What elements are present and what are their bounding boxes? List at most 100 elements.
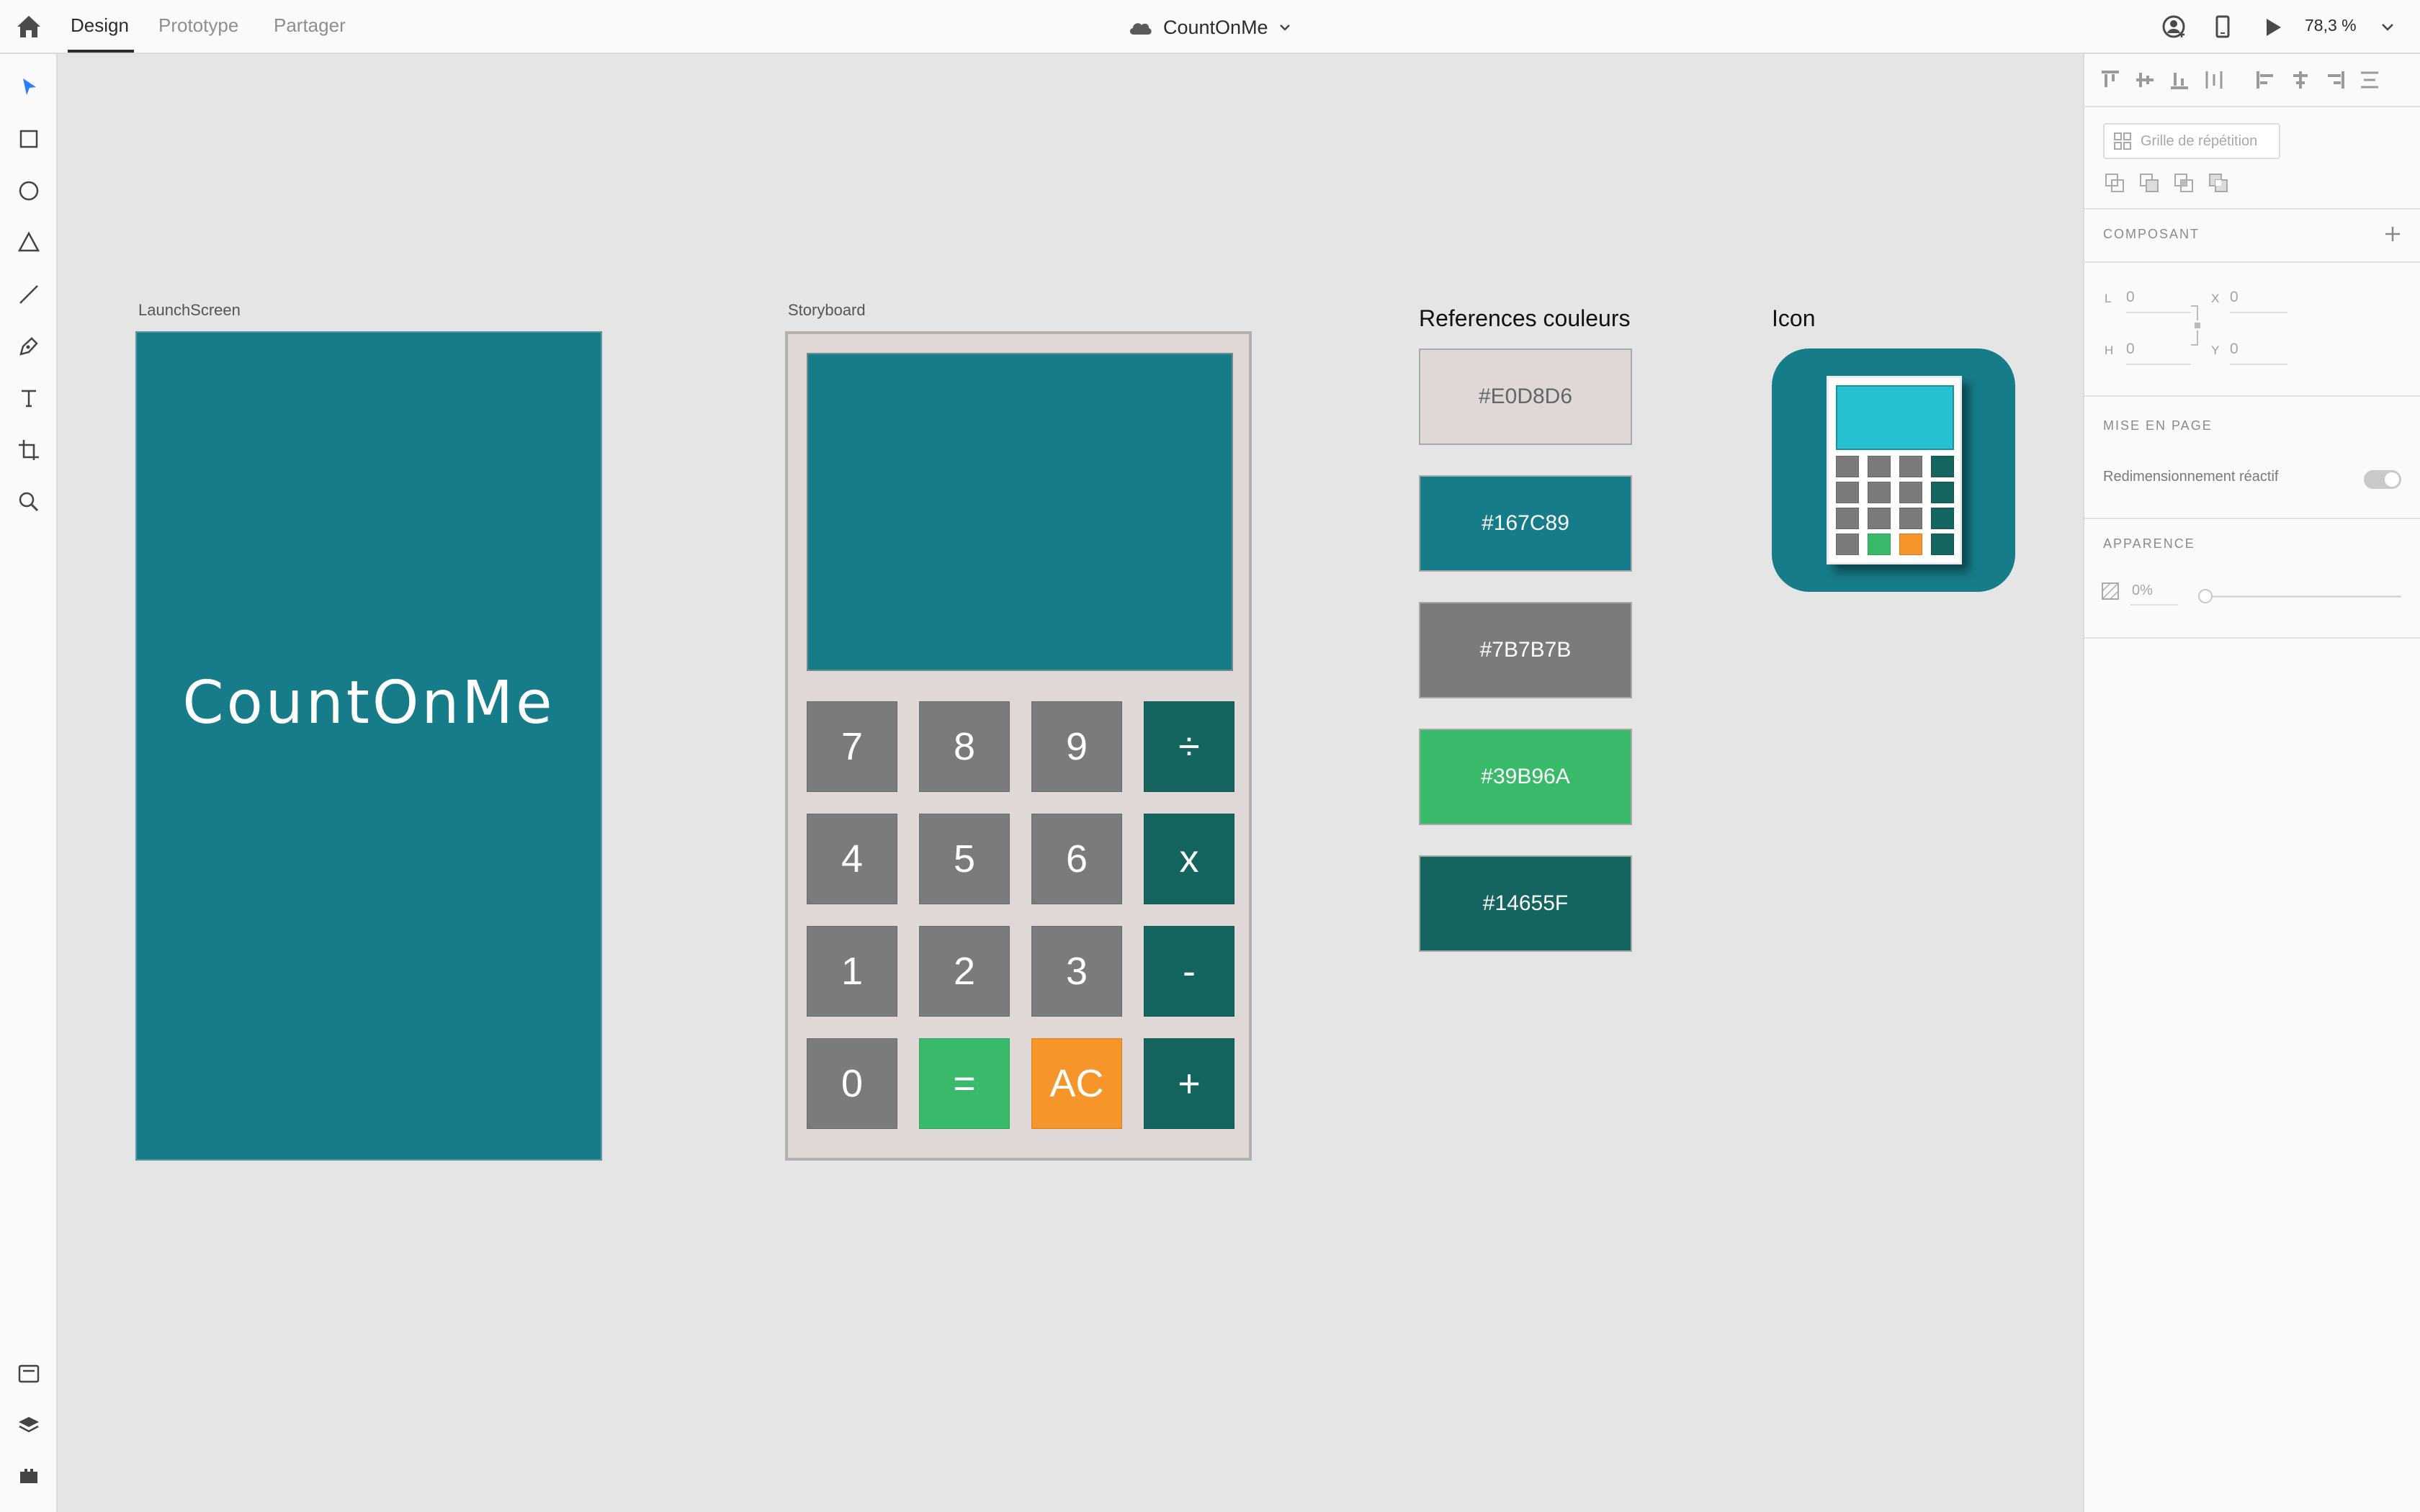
opacity-field-underline bbox=[2130, 604, 2178, 606]
tab-design[interactable]: Design bbox=[71, 14, 129, 37]
tab-prototype[interactable]: Prototype bbox=[158, 14, 238, 37]
height-field[interactable]: 0 bbox=[2126, 341, 2135, 358]
key-5[interactable]: 5 bbox=[919, 814, 1010, 904]
key-2[interactable]: 2 bbox=[919, 926, 1010, 1017]
layout-section-title: MISE EN PAGE bbox=[2103, 418, 2213, 433]
artboard-label-launchscreen[interactable]: LaunchScreen bbox=[138, 301, 241, 320]
width-label: L bbox=[2105, 292, 2112, 305]
boolean-exclude-icon[interactable] bbox=[2207, 171, 2230, 194]
key-3[interactable]: 3 bbox=[1031, 926, 1122, 1017]
text-icon[interactable] bbox=[14, 384, 43, 413]
calculator-icon bbox=[1827, 376, 1962, 564]
align-middle-icon[interactable] bbox=[2133, 68, 2156, 91]
key-6[interactable]: 6 bbox=[1031, 814, 1122, 904]
key-equals[interactable]: = bbox=[919, 1038, 1010, 1129]
swatch-39b96a[interactable]: #39B96A bbox=[1419, 729, 1632, 825]
divider bbox=[2084, 106, 2420, 107]
color-references-title: References couleurs bbox=[1419, 305, 1631, 331]
y-field[interactable]: 0 bbox=[2230, 341, 2238, 358]
calculator-icon-key bbox=[1868, 456, 1891, 477]
tab-share[interactable]: Partager bbox=[274, 14, 346, 37]
repeat-grid-button[interactable]: Grille de répétition bbox=[2103, 123, 2280, 159]
zoom-level[interactable]: 78,3 % bbox=[2305, 16, 2357, 35]
user-icon[interactable] bbox=[2160, 13, 2189, 42]
boolean-subtract-icon[interactable] bbox=[2138, 171, 2161, 194]
divider bbox=[2084, 518, 2420, 519]
artboard-icon[interactable] bbox=[14, 436, 43, 464]
divider bbox=[2084, 395, 2420, 397]
responsive-resize-label: Redimensionnement réactif bbox=[2103, 469, 2279, 485]
add-component-icon[interactable] bbox=[2381, 222, 2404, 246]
swatch-e0d8d6[interactable]: #E0D8D6 bbox=[1419, 348, 1632, 445]
boolean-intersect-icon[interactable] bbox=[2172, 171, 2195, 194]
calculator-icon-key bbox=[1899, 482, 1922, 503]
artboard-label-storyboard[interactable]: Storyboard bbox=[788, 301, 866, 320]
distribute-horizontal-icon[interactable] bbox=[2202, 68, 2226, 91]
select-arrow-icon[interactable] bbox=[14, 73, 43, 102]
calculator-icon-key bbox=[1868, 482, 1891, 503]
key-clear[interactable]: AC bbox=[1031, 1038, 1122, 1129]
divider bbox=[2084, 208, 2420, 210]
key-7[interactable]: 7 bbox=[807, 701, 897, 792]
key-plus[interactable]: + bbox=[1144, 1038, 1234, 1129]
swatch-167c89[interactable]: #167C89 bbox=[1419, 475, 1632, 572]
device-preview-icon[interactable] bbox=[2208, 13, 2237, 42]
align-right-icon[interactable] bbox=[2323, 68, 2347, 91]
swatch-7b7b7b[interactable]: #7B7B7B bbox=[1419, 602, 1632, 698]
lock-aspect-icon[interactable] bbox=[2190, 303, 2205, 348]
component-section-title: COMPOSANT bbox=[2103, 227, 2200, 241]
calculator-icon-key bbox=[1899, 508, 1922, 529]
calculator-icon-key bbox=[1931, 456, 1954, 477]
launchscreen-artboard[interactable]: CountOnMe bbox=[135, 331, 602, 1161]
opacity-slider-handle[interactable] bbox=[2198, 589, 2213, 603]
key-divide[interactable]: ÷ bbox=[1144, 701, 1234, 792]
app-icon-preview[interactable] bbox=[1772, 348, 2015, 592]
zoom-chevron-down-icon[interactable] bbox=[2378, 16, 2397, 37]
icon-section-title: Icon bbox=[1772, 305, 1816, 331]
cloud-icon bbox=[1129, 23, 1152, 35]
height-field-underline bbox=[2126, 364, 2191, 365]
line-icon[interactable] bbox=[14, 280, 43, 309]
zoom-icon[interactable] bbox=[14, 487, 43, 516]
opacity-field[interactable]: 0% bbox=[2132, 582, 2153, 599]
calculator-icon-key bbox=[1899, 456, 1922, 477]
calculator-icon-key bbox=[1931, 482, 1954, 503]
layers-icon[interactable] bbox=[14, 1411, 43, 1440]
key-9[interactable]: 9 bbox=[1031, 701, 1122, 792]
align-top-icon[interactable] bbox=[2099, 68, 2122, 91]
calculator-icon-key bbox=[1931, 534, 1954, 555]
storyboard-artboard[interactable]: 7 8 9 ÷ 4 5 6 x 1 2 3 - 0 = AC + bbox=[785, 331, 1252, 1161]
key-0[interactable]: 0 bbox=[807, 1038, 897, 1129]
rectangle-icon[interactable] bbox=[14, 125, 43, 153]
x-field[interactable]: 0 bbox=[2230, 289, 2238, 306]
key-1[interactable]: 1 bbox=[807, 926, 897, 1017]
assets-icon[interactable] bbox=[14, 1359, 43, 1388]
swatch-14655f[interactable]: #14655F bbox=[1419, 855, 1632, 952]
home-icon[interactable] bbox=[14, 13, 43, 40]
distribute-vertical-icon[interactable] bbox=[2358, 68, 2381, 91]
width-field[interactable]: 0 bbox=[2126, 289, 2135, 306]
key-8[interactable]: 8 bbox=[919, 701, 1010, 792]
calculator-icon-key bbox=[1868, 508, 1891, 529]
responsive-resize-toggle[interactable] bbox=[2364, 470, 2401, 489]
boolean-add-icon[interactable] bbox=[2103, 171, 2126, 194]
align-bottom-icon[interactable] bbox=[2168, 68, 2191, 91]
key-minus[interactable]: - bbox=[1144, 926, 1234, 1017]
align-center-icon[interactable] bbox=[2289, 68, 2312, 91]
pen-icon[interactable] bbox=[14, 332, 43, 361]
document-title-menu[interactable]: CountOnMe bbox=[1127, 13, 1291, 42]
tools-panel bbox=[0, 54, 58, 1512]
x-field-underline bbox=[2230, 312, 2287, 313]
polygon-icon[interactable] bbox=[14, 228, 43, 257]
document-title: CountOnMe bbox=[1163, 16, 1268, 38]
plugins-icon[interactable] bbox=[14, 1462, 43, 1490]
key-4[interactable]: 4 bbox=[807, 814, 897, 904]
width-field-underline bbox=[2126, 312, 2191, 313]
calculator-display bbox=[807, 353, 1233, 671]
key-multiply[interactable]: x bbox=[1144, 814, 1234, 904]
repeat-grid-label: Grille de répétition bbox=[2141, 132, 2258, 149]
play-icon[interactable] bbox=[2259, 13, 2287, 42]
align-left-icon[interactable] bbox=[2254, 68, 2277, 91]
ellipse-icon[interactable] bbox=[14, 176, 43, 205]
opacity-slider-track[interactable] bbox=[2202, 595, 2401, 598]
